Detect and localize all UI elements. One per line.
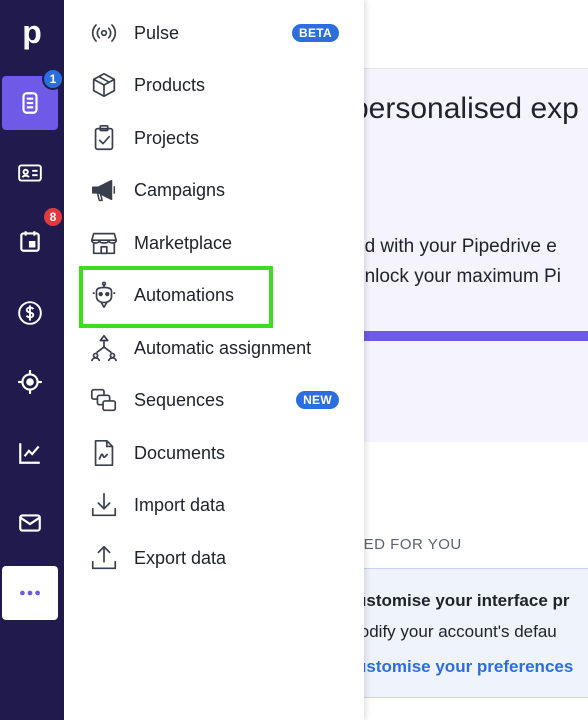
menu-item-import-data[interactable]: Import data (64, 480, 364, 530)
sequences-icon (88, 384, 120, 416)
upload-icon (88, 542, 120, 574)
deals-badge: 1 (42, 68, 64, 90)
menu-item-label: Campaigns (134, 179, 226, 200)
background-page: personalised exp ed with your Pipedrive … (352, 0, 588, 720)
menu-item-label: Marketplace (134, 232, 233, 253)
deals-icon (22, 92, 38, 114)
insights-icon (19, 443, 40, 464)
menu-item-label: Sequences (134, 389, 225, 410)
rail-contacts[interactable] (2, 146, 58, 200)
rail-deals[interactable]: 1 (2, 68, 64, 130)
section-label: TED FOR YOU (354, 536, 462, 553)
menu-item-documents[interactable]: Documents (64, 428, 364, 478)
pulse-icon (88, 17, 120, 49)
megaphone-icon (88, 174, 120, 206)
top-bar (364, 0, 588, 69)
rail-more[interactable] (2, 566, 58, 620)
new-badge: NEW (296, 391, 339, 409)
card-title: ustomise your interface pr (356, 591, 570, 610)
mail-icon (19, 514, 41, 532)
menu-item-label: Automations (134, 284, 235, 305)
box-icon (88, 69, 120, 101)
hero-text-line-2: unlock your maximum Pi (354, 266, 561, 287)
menu-item-label: Documents (134, 442, 226, 463)
menu-item-label: Projects (134, 127, 200, 148)
document-icon (88, 437, 120, 469)
download-icon (88, 489, 120, 521)
menu-item-label: Products (134, 74, 206, 95)
card-link[interactable]: ustomise your preferences (356, 657, 573, 677)
menu-item-sequences[interactable]: Sequences NEW (64, 375, 364, 425)
rail-activities[interactable]: 8 (2, 206, 64, 268)
hero-title: personalised exp (352, 92, 579, 125)
robot-icon (88, 279, 120, 311)
rail-insights[interactable] (2, 426, 58, 480)
activities-badge: 8 (42, 206, 64, 228)
contacts-icon (18, 164, 42, 182)
menu-item-marketplace[interactable]: Marketplace (64, 218, 364, 268)
menu-item-campaigns[interactable]: Campaigns (64, 165, 364, 215)
menu-item-automatic-assignment[interactable]: Automatic assignment (64, 323, 364, 373)
hero-progress-bar (364, 331, 588, 341)
assignment-icon (88, 332, 120, 364)
nav-rail: p 1 8 (0, 0, 64, 720)
store-icon (88, 227, 120, 259)
rail-mail[interactable] (2, 496, 58, 550)
menu-item-export-data[interactable]: Export data (64, 533, 364, 583)
beta-badge: BETA (292, 24, 339, 42)
more-menu: Pulse BETA Products Projects Campaigns M… (64, 0, 364, 720)
suggestion-card: ustomise your interface pr lodify your a… (356, 568, 588, 698)
rail-revenue[interactable] (2, 286, 58, 340)
clipboard-check-icon (88, 122, 120, 154)
pipedrive-logo[interactable]: p (0, 10, 64, 54)
menu-item-products[interactable]: Products (64, 60, 364, 110)
menu-item-label: Import data (134, 494, 226, 515)
hero-text-line-1: ed with your Pipedrive e (354, 236, 557, 257)
menu-item-pulse[interactable]: Pulse BETA (64, 8, 364, 58)
menu-item-projects[interactable]: Projects (64, 113, 364, 163)
menu-item-label: Export data (134, 547, 227, 568)
dollar-icon (18, 301, 42, 325)
menu-item-automations[interactable]: Automations (64, 270, 364, 320)
card-description: lodify your account's defau (356, 622, 557, 641)
rail-projects[interactable] (2, 355, 58, 409)
menu-item-label: Automatic assignment (134, 337, 312, 358)
more-icon (20, 590, 40, 596)
target-icon (18, 370, 42, 394)
menu-item-label: Pulse (134, 22, 180, 43)
activities-icon (20, 231, 40, 252)
